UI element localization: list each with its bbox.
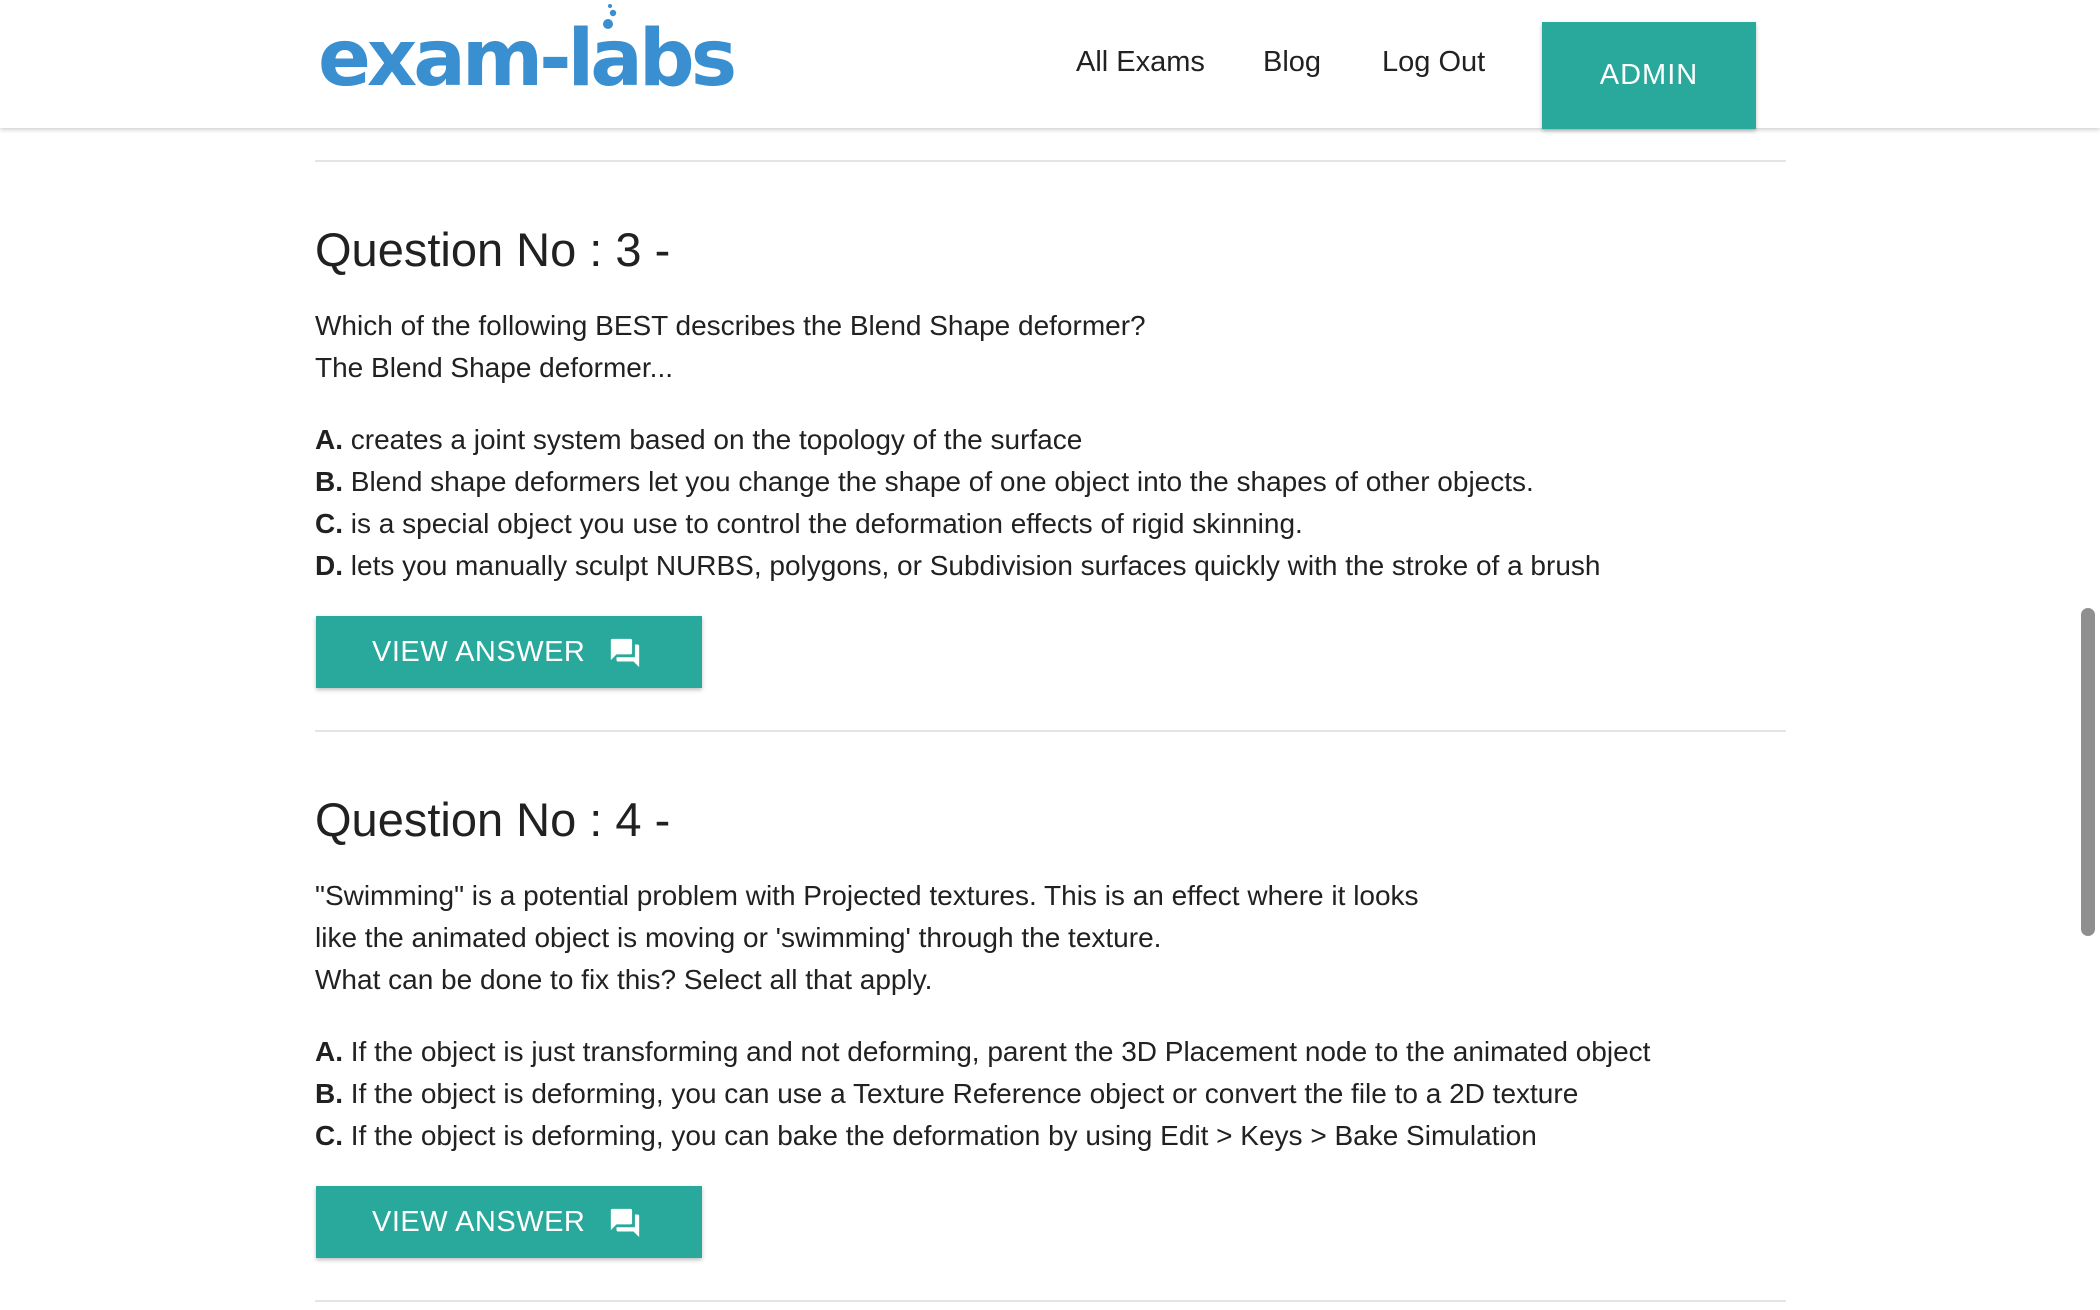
option-letter: C. bbox=[315, 1120, 343, 1151]
option-letter: B. bbox=[315, 466, 343, 497]
admin-button-label: ADMIN bbox=[1599, 59, 1699, 91]
option-c: C. If the object is deforming, you can b… bbox=[315, 1115, 1650, 1157]
admin-button[interactable]: ADMIN bbox=[1542, 22, 1756, 129]
scrollbar-thumb[interactable] bbox=[2081, 608, 2095, 936]
option-text: lets you manually sculpt NURBS, polygons… bbox=[350, 550, 1601, 581]
question-text: "Swimming" is a potential problem with P… bbox=[315, 875, 1419, 1001]
nav-blog[interactable]: Blog bbox=[1263, 42, 1321, 82]
option-letter: A. bbox=[315, 424, 343, 455]
view-answer-button[interactable]: VIEW ANSWER bbox=[316, 1186, 702, 1258]
logo-text: exam-labs bbox=[318, 14, 737, 104]
bubbles-icon bbox=[603, 4, 617, 29]
option-text: If the object is deforming, you can bake… bbox=[350, 1120, 1537, 1151]
view-answer-label: VIEW ANSWER bbox=[372, 636, 586, 668]
divider bbox=[315, 1300, 1786, 1302]
option-c: C. is a special object you use to contro… bbox=[315, 503, 1600, 545]
option-a: A. creates a joint system based on the t… bbox=[315, 419, 1600, 461]
site-header: exam-labs All Exams Blog Log Out ADMIN bbox=[0, 0, 2100, 129]
option-b: B. Blend shape deformers let you change … bbox=[315, 461, 1600, 503]
question-text-line: What can be done to fix this? Select all… bbox=[315, 964, 933, 995]
option-text: creates a joint system based on the topo… bbox=[350, 424, 1083, 455]
options-list: A. creates a joint system based on the t… bbox=[315, 419, 1600, 587]
question-text-line: "Swimming" is a potential problem with P… bbox=[315, 880, 1419, 911]
question-text-line: like the animated object is moving or 's… bbox=[315, 922, 1162, 953]
view-answer-label: VIEW ANSWER bbox=[372, 1206, 586, 1238]
site-logo[interactable]: exam-labs bbox=[318, 14, 737, 104]
option-text: If the object is deforming, you can use … bbox=[350, 1078, 1579, 1109]
option-b: B. If the object is deforming, you can u… bbox=[315, 1073, 1650, 1115]
question-title: Question No : 3 - bbox=[315, 223, 671, 276]
nav-all-exams[interactable]: All Exams bbox=[1076, 42, 1205, 82]
option-letter: B. bbox=[315, 1078, 343, 1109]
divider bbox=[315, 160, 1786, 162]
nav-log-out[interactable]: Log Out bbox=[1382, 42, 1485, 82]
divider bbox=[315, 730, 1786, 732]
question-text-line: Which of the following BEST describes th… bbox=[315, 310, 1146, 341]
options-list: A. If the object is just transforming an… bbox=[315, 1031, 1650, 1157]
option-letter: D. bbox=[315, 550, 343, 581]
option-text: is a special object you use to control t… bbox=[350, 508, 1303, 539]
forum-icon bbox=[610, 638, 640, 668]
option-letter: C. bbox=[315, 508, 343, 539]
forum-icon bbox=[610, 1208, 640, 1238]
question-text-line: The Blend Shape deformer... bbox=[315, 352, 673, 383]
question-text: Which of the following BEST describes th… bbox=[315, 305, 1146, 389]
option-a: A. If the object is just transforming an… bbox=[315, 1031, 1650, 1073]
question-title: Question No : 4 - bbox=[315, 793, 671, 846]
view-answer-button[interactable]: VIEW ANSWER bbox=[316, 616, 702, 688]
option-d: D. lets you manually sculpt NURBS, polyg… bbox=[315, 545, 1600, 587]
option-text: Blend shape deformers let you change the… bbox=[350, 466, 1534, 497]
option-letter: A. bbox=[315, 1036, 343, 1067]
option-text: If the object is just transforming and n… bbox=[350, 1036, 1651, 1067]
